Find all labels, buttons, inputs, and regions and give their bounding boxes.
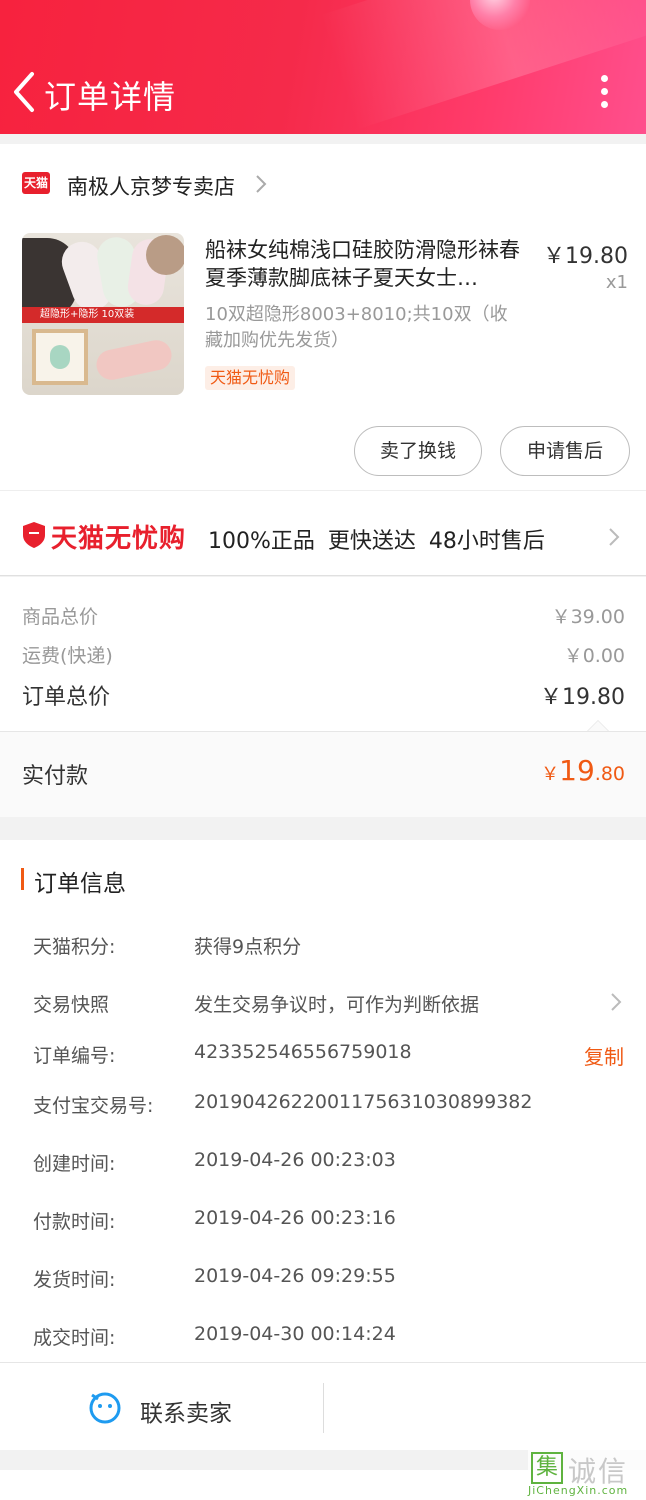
order-total-label: 订单总价 bbox=[22, 685, 111, 710]
tmall-shop-badge: 天猫 bbox=[22, 172, 50, 194]
app-header: 订单详情 bbox=[0, 0, 646, 134]
order-total-value: ￥19.80 bbox=[540, 685, 625, 710]
tmall-promise-banner[interactable]: 天猫无忧购 100%正品 更快送达 48小时售后 bbox=[0, 490, 646, 576]
promise-brand: 天猫无忧购 bbox=[51, 524, 187, 554]
info-value: 2019-04-26 00:23:16 bbox=[194, 1207, 396, 1229]
info-row-alipay-number: 支付宝交易号: 2019042622001175631030899382 bbox=[33, 1091, 624, 1121]
info-row-shipping-time: 发货时间: 2019-04-26 09:29:55 bbox=[33, 1265, 624, 1295]
goods-total-value: ￥39.00 bbox=[551, 606, 625, 628]
info-value: 2019042622001175631030899382 bbox=[194, 1091, 533, 1113]
goods-total-label: 商品总价 bbox=[22, 606, 99, 628]
order-info-title: 订单信息 bbox=[34, 871, 126, 897]
section-accent-bar bbox=[21, 868, 24, 890]
info-row-order-number: 订单编号: 423352546556759018 复制 bbox=[33, 1041, 624, 1071]
info-row-deal-time: 成交时间: 2019-04-30 00:14:24 bbox=[33, 1323, 624, 1353]
actual-payment-amount: ￥19.80 bbox=[541, 754, 625, 787]
shop-name[interactable]: 南极人京梦专卖店 bbox=[67, 171, 235, 201]
info-label: 成交时间: bbox=[33, 1327, 116, 1349]
copy-order-number-button[interactable]: 复制 bbox=[584, 1041, 624, 1070]
watermark-url: JiChengXin.com bbox=[528, 1484, 629, 1497]
order-number-value: 423352546556759018 bbox=[194, 1041, 412, 1063]
info-value: 2019-04-26 00:23:03 bbox=[194, 1149, 396, 1171]
order-total-row: 订单总价 ￥19.80 bbox=[22, 679, 625, 711]
product-sku: 10双超隐形8003+8010;共10双（收藏加购优先发货） bbox=[205, 304, 508, 351]
product-price: ￥19.80 bbox=[543, 244, 628, 269]
info-value: 2019-04-26 09:29:55 bbox=[194, 1265, 396, 1287]
product-title[interactable]: 船袜女纯棉浅口硅胶防滑隐形袜春夏季薄款脚底袜子夏天女士… bbox=[205, 236, 527, 292]
info-label: 创建时间: bbox=[33, 1153, 116, 1175]
more-options-icon[interactable] bbox=[592, 72, 616, 112]
info-label: 支付宝交易号: bbox=[33, 1095, 154, 1117]
info-label: 天猫积分: bbox=[33, 936, 116, 958]
shipping-row: 运费(快递) ￥0.00 bbox=[22, 641, 625, 668]
page-title: 订单详情 bbox=[44, 78, 177, 116]
tmall-shield-icon bbox=[23, 522, 45, 548]
order-item-card: 天猫 南极人京梦专卖店 超隐形+隐形 10双装 船袜女纯棉浅口硅胶防滑隐形袜春夏… bbox=[0, 144, 646, 490]
info-value: 获得9点积分 bbox=[194, 936, 302, 958]
info-label: 交易快照 bbox=[33, 994, 110, 1016]
shipping-value: ￥0.00 bbox=[563, 645, 625, 667]
info-row-snapshot[interactable]: 交易快照 发生交易争议时，可作为判断依据 bbox=[33, 990, 624, 1020]
product-thumbnail[interactable]: 超隐形+隐形 10双装 bbox=[22, 233, 184, 395]
goods-total-row: 商品总价 ￥39.00 bbox=[22, 602, 625, 629]
info-label: 订单编号: bbox=[33, 1045, 116, 1067]
promise-chevron-right-icon[interactable] bbox=[605, 525, 623, 549]
sell-for-cash-button[interactable]: 卖了换钱 bbox=[354, 426, 482, 476]
price-summary: 商品总价 ￥39.00 运费(快递) ￥0.00 订单总价 ￥19.80 bbox=[0, 577, 646, 732]
actual-payment-row: 实付款 ￥19.80 bbox=[0, 731, 646, 817]
contact-bar: 联系卖家 bbox=[0, 1362, 646, 1450]
info-row-points: 天猫积分: 获得9点积分 bbox=[33, 932, 624, 962]
order-info-section: 订单信息 天猫积分: 获得9点积分 交易快照 发生交易争议时，可作为判断依据 订… bbox=[0, 840, 646, 1362]
contact-seller-button[interactable]: 联系卖家 bbox=[140, 1394, 232, 1428]
info-row-created-time: 创建时间: 2019-04-26 00:23:03 bbox=[33, 1149, 624, 1179]
site-watermark: 集 诚信 JiChengXin.com bbox=[528, 1450, 646, 1500]
info-value: 2019-04-30 00:14:24 bbox=[194, 1323, 396, 1345]
info-row-payment-time: 付款时间: 2019-04-26 00:23:16 bbox=[33, 1207, 624, 1237]
info-label: 付款时间: bbox=[33, 1211, 116, 1233]
promise-text: 100%正品 更快送达 48小时售后 bbox=[208, 529, 545, 554]
shop-chevron-right-icon[interactable] bbox=[252, 172, 270, 196]
product-quantity: x1 bbox=[605, 272, 628, 293]
shipping-label: 运费(快递) bbox=[22, 645, 113, 667]
info-label: 发货时间: bbox=[33, 1269, 116, 1291]
chat-bubble-icon[interactable] bbox=[88, 1391, 122, 1425]
contact-divider bbox=[323, 1383, 324, 1433]
request-after-sale-button[interactable]: 申请售后 bbox=[500, 426, 630, 476]
tmall-worry-free-tag: 天猫无忧购 bbox=[205, 366, 296, 390]
watermark-logo: 集 bbox=[531, 1452, 563, 1484]
thumbnail-banner-text: 超隐形+隐形 10双装 bbox=[22, 307, 184, 323]
info-value: 发生交易争议时，可作为判断依据 bbox=[194, 994, 480, 1016]
actual-payment-label: 实付款 bbox=[22, 764, 89, 789]
snapshot-chevron-right-icon[interactable] bbox=[608, 990, 624, 1014]
